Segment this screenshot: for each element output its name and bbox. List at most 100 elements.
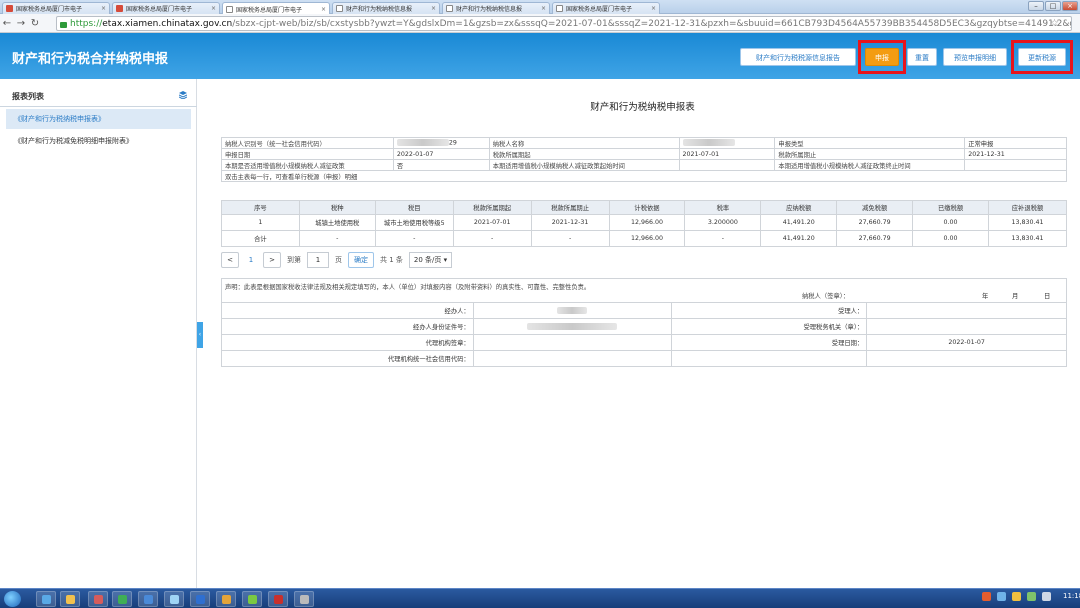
tray-app-icon[interactable] bbox=[1012, 592, 1021, 601]
table-row[interactable]: 1 城镇土地使用税 城市土地使用税等级5 2021-07-01 2021-12-… bbox=[221, 214, 1068, 231]
url-host: etax.xiamen.chinatax.gov.cn bbox=[102, 18, 233, 29]
taxpayer-info-table: 纳税人识别号（统一社会信用代码） 29 纳税人名称 申报类型 正常申报 申报日期… bbox=[221, 137, 1067, 182]
page-unit-label: 页 bbox=[335, 256, 342, 264]
confirm-page-button[interactable]: 确定 bbox=[348, 252, 374, 268]
tray-app-icon[interactable] bbox=[997, 592, 1006, 601]
declaration-box: 声明：此表是根据国家税收法律法规及相关规定填写的，本人（单位）对填报内容（及附带… bbox=[221, 278, 1067, 302]
receiver-office-value bbox=[866, 318, 1067, 335]
table-cell: 2021-12-31 bbox=[530, 214, 610, 231]
table-cell: 41,491.20 bbox=[760, 230, 838, 247]
period-start-value: 2021-07-01 bbox=[678, 148, 776, 160]
back-arrow-icon[interactable]: ← bbox=[0, 18, 14, 29]
period-end-value: 2021-12-31 bbox=[964, 148, 1067, 160]
table-cell: 41,491.20 bbox=[760, 214, 838, 231]
table-cell: - bbox=[374, 230, 454, 247]
close-icon[interactable]: × bbox=[321, 6, 326, 13]
next-page-button[interactable]: > bbox=[263, 252, 281, 268]
column-header: 税目 bbox=[374, 200, 454, 215]
year-label: 年 bbox=[982, 293, 989, 300]
taskbar-app-icon[interactable] bbox=[294, 591, 314, 607]
browser-tab[interactable]: 国家税务总局厦门市电子 × bbox=[2, 2, 110, 14]
small-end-label: 本期适用增值税小规模纳税人减征政策终止时间 bbox=[774, 159, 966, 171]
current-page[interactable]: 1 bbox=[245, 256, 257, 264]
start-button-icon[interactable] bbox=[4, 591, 21, 607]
taxpayer-id-label: 纳税人识别号（统一社会信用代码） bbox=[221, 137, 394, 149]
clock: 11:18 bbox=[1063, 592, 1080, 600]
reset-button[interactable]: 重置 bbox=[907, 48, 937, 66]
tax-detail-table: 序号 税种 税目 税款所属期起 税款所属期止 计税依据 税率 应纳税额 减免税额… bbox=[221, 200, 1068, 247]
small-end-value[interactable] bbox=[964, 159, 1067, 171]
tax-source-info-report-button[interactable]: 财产和行为税税源信息报告 bbox=[740, 48, 856, 66]
close-icon[interactable]: × bbox=[101, 5, 106, 12]
signature-label: 纳税人（签章）： bbox=[802, 293, 850, 300]
taskbar-app-icon[interactable] bbox=[216, 591, 236, 607]
period-end-label: 税款所属期止 bbox=[774, 148, 966, 160]
volume-icon[interactable] bbox=[1042, 592, 1051, 601]
network-icon[interactable] bbox=[1027, 592, 1036, 601]
redacted-block bbox=[527, 322, 618, 330]
receive-date-value: 2022-01-07 bbox=[866, 334, 1067, 351]
taskbar-app-icon[interactable] bbox=[242, 591, 262, 607]
page-size-select[interactable]: 20 条/页 ▾ bbox=[408, 252, 453, 268]
table-cell: 城市土地使用税等级5 bbox=[374, 214, 454, 231]
small-policy-value[interactable]: 否 bbox=[392, 159, 490, 171]
sidebar-item-main-report[interactable]: 《财产和行为税纳税申报表》 bbox=[6, 109, 191, 129]
maximize-icon[interactable]: □ bbox=[1045, 1, 1061, 11]
browser-tab-label: 国家税务总局厦门市电子 bbox=[16, 6, 83, 13]
decl-type-label: 申报类型 bbox=[774, 137, 966, 149]
url-input[interactable]: https:// etax.xiamen.chinatax.gov.cn /sb… bbox=[56, 16, 1072, 31]
bookmark-star-icon[interactable]: ☆ bbox=[1050, 18, 1059, 29]
reload-icon[interactable]: ↻ bbox=[28, 18, 42, 29]
agent-id-value bbox=[472, 318, 672, 335]
close-icon[interactable]: × bbox=[651, 5, 656, 12]
forward-arrow-icon[interactable]: → bbox=[14, 18, 28, 29]
taskbar-app-icon[interactable] bbox=[112, 591, 132, 607]
table-cell: 1 bbox=[221, 214, 300, 231]
taskbar-app-icon[interactable] bbox=[60, 591, 80, 607]
small-start-value[interactable] bbox=[678, 159, 776, 171]
decl-type-value: 正常申报 bbox=[964, 137, 1067, 149]
taskbar-app-icon[interactable] bbox=[164, 591, 184, 607]
taskbar-app-icon[interactable] bbox=[88, 591, 108, 607]
tray-app-icon[interactable] bbox=[982, 592, 991, 601]
update-tax-source-button[interactable]: 更新税源 bbox=[1018, 48, 1066, 66]
site-favicon-icon bbox=[116, 5, 123, 12]
url-scheme: https:// bbox=[70, 18, 103, 29]
agency-code-value[interactable] bbox=[472, 350, 672, 367]
month-label: 月 bbox=[1012, 293, 1019, 300]
table-cell: - bbox=[452, 230, 532, 247]
signature-table: 经办人： 受理人： 经办人身份证件号： 受理税务机关（章）： 代理机构签章： 受… bbox=[221, 302, 1067, 367]
close-window-icon[interactable]: × bbox=[1062, 1, 1078, 11]
agency-seal-value[interactable] bbox=[472, 334, 672, 351]
close-icon[interactable]: × bbox=[431, 5, 436, 12]
empty-cell bbox=[670, 350, 868, 367]
browser-tab-label: 财产和行为税纳税信息报 bbox=[456, 6, 523, 13]
column-header: 税率 bbox=[684, 200, 762, 215]
period-start-label: 税款所属期起 bbox=[488, 148, 680, 160]
taskbar-app-icon[interactable] bbox=[190, 591, 210, 607]
taskbar-app-icon[interactable] bbox=[268, 591, 288, 607]
browser-tab[interactable]: 财产和行为税纳税信息报 × bbox=[332, 2, 440, 14]
taskbar-app-icon[interactable] bbox=[36, 591, 56, 607]
sidebar-collapse-handle[interactable]: ‹ bbox=[197, 322, 203, 348]
goto-page-input[interactable]: 1 bbox=[307, 252, 329, 268]
taskbar-app-icon[interactable] bbox=[138, 591, 158, 607]
agency-code-label: 代理机构统一社会信用代码： bbox=[221, 350, 474, 367]
minimize-icon[interactable]: – bbox=[1028, 1, 1044, 11]
layers-icon[interactable] bbox=[179, 91, 187, 99]
browser-tab[interactable]: 财产和行为税纳税信息报 × bbox=[442, 2, 550, 14]
browser-tab-label: 财产和行为税纳税信息报 bbox=[346, 6, 413, 13]
agent-label: 经办人： bbox=[221, 302, 474, 319]
close-icon[interactable]: × bbox=[541, 5, 546, 12]
close-icon[interactable]: × bbox=[211, 5, 216, 12]
browser-tab[interactable]: 国家税务总局厦门市电子 × bbox=[112, 2, 220, 14]
decl-date-label: 申报日期 bbox=[221, 148, 394, 160]
browser-tab-label: 国家税务总局厦门市电子 bbox=[126, 6, 193, 13]
browser-tab[interactable]: 国家税务总局厦门市电子 × bbox=[552, 2, 660, 14]
goto-label: 到第 bbox=[287, 256, 301, 264]
sidebar-item-exemption-schedule[interactable]: 《财产和行为税减免税明细申报附表》 bbox=[6, 131, 191, 151]
submit-declaration-button[interactable]: 申报 bbox=[865, 48, 899, 66]
preview-details-button[interactable]: 预览申报明细 bbox=[943, 48, 1007, 66]
prev-page-button[interactable]: < bbox=[221, 252, 239, 268]
page-icon bbox=[556, 5, 563, 12]
